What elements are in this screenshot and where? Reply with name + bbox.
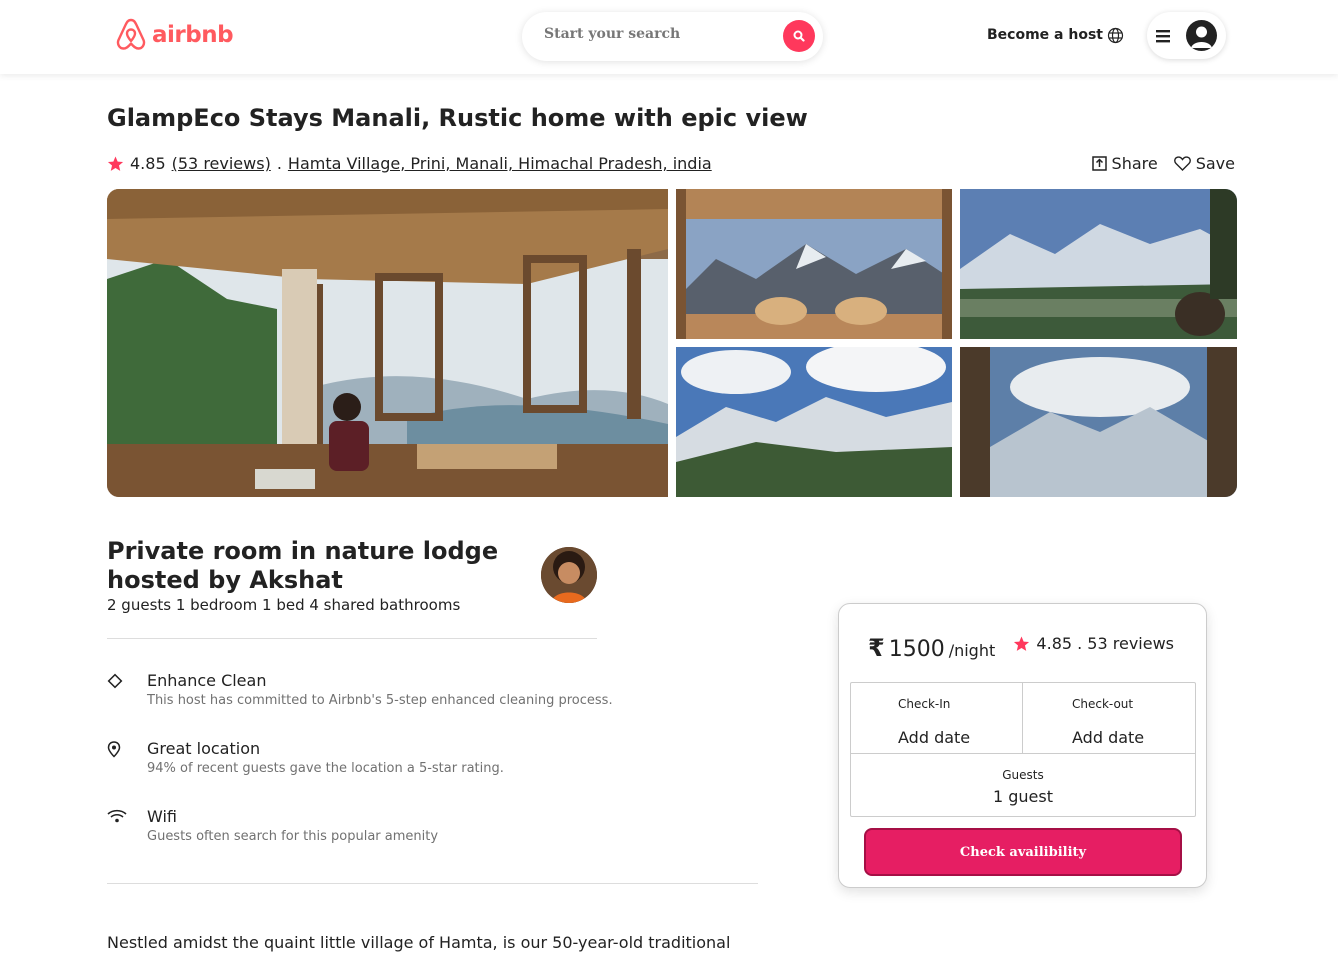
guests-value: 1 guest (992, 787, 1053, 806)
meta-separator: . (276, 154, 282, 173)
share-icon (1091, 156, 1107, 171)
listing-description: Nestled amidst the quaint little village… (107, 933, 731, 952)
diamond-icon (107, 673, 125, 691)
booking-card: ₹ 1500 /night 4.85 . 53 reviews Check-In… (838, 603, 1207, 888)
gallery-photo-5[interactable] (960, 347, 1237, 497)
airbnb-logo[interactable]: airbnb (116, 18, 234, 51)
location-link[interactable]: Hamta Village, Prini, Manali, Himachal P… (288, 154, 712, 173)
booking-form: Check-In Add date Check-out Add date Gue… (850, 682, 1196, 817)
star-icon (1014, 636, 1030, 651)
feature-description: This host has committed to Airbnb's 5-st… (147, 693, 613, 708)
feature-description: 94% of recent guests gave the location a… (147, 761, 504, 776)
feature-name: Great location (147, 739, 261, 758)
gallery-photo-2[interactable] (676, 189, 952, 339)
listing-actions: Share Save (1091, 154, 1235, 173)
hamburger-menu-icon (1156, 28, 1170, 47)
listing-rating: 4.85 (130, 154, 166, 173)
checkin-value: Add date (898, 728, 971, 747)
photo-gallery (107, 189, 1237, 497)
section-divider (107, 638, 597, 639)
user-menu-button[interactable] (1147, 12, 1226, 59)
guests-label: Guests (1002, 768, 1044, 782)
user-avatar-icon (1186, 20, 1217, 51)
card-rating: 4.85 . 53 reviews (1013, 634, 1174, 653)
checkin-label: Check-In (898, 697, 951, 711)
top-navbar: airbnb Become a host (0, 0, 1338, 74)
checkin-field[interactable]: Check-In Add date (851, 683, 1023, 754)
feature-description: Guests often search for this popular ame… (147, 829, 439, 844)
search-bar[interactable] (522, 12, 823, 61)
check-availability-button[interactable]: Check availibility (864, 828, 1182, 876)
globe-icon[interactable] (1107, 27, 1124, 48)
price-unit: /night (948, 641, 996, 660)
feature-name: Wifi (147, 807, 177, 826)
listing-title: GlampEco Stays Manali, Rustic home with … (107, 104, 808, 132)
reviews-link[interactable]: (53 reviews) (172, 154, 271, 173)
save-button[interactable]: Save (1173, 154, 1235, 173)
airbnb-logo-icon (116, 18, 146, 50)
wifi-icon (107, 809, 127, 827)
location-pin-icon (107, 741, 125, 759)
star-icon (107, 156, 124, 171)
room-title: Private room in nature lodge hosted by A… (107, 537, 499, 594)
host-avatar[interactable] (541, 547, 597, 603)
feature-name: Enhance Clean (147, 671, 267, 690)
heart-icon (1173, 156, 1191, 171)
rating-summary: 4.85 . 53 reviews (1036, 634, 1174, 653)
room-summary: 2 guests 1 bedroom 1 bed 4 shared bathro… (107, 596, 461, 614)
logo-text: airbnb (152, 21, 234, 48)
section-divider (107, 883, 758, 884)
become-host-link[interactable]: Become a host (987, 27, 1103, 43)
share-label: Share (1111, 154, 1158, 173)
listing-meta: 4.85 (53 reviews) . Hamta Village, Prini… (107, 154, 712, 173)
main-photo[interactable] (107, 189, 668, 497)
search-input[interactable] (544, 26, 774, 42)
checkout-label: Check-out (1072, 697, 1134, 711)
search-icon (793, 30, 805, 42)
price-display: ₹ 1500 /night (868, 634, 995, 662)
gallery-photo-3[interactable] (960, 189, 1237, 339)
gallery-photo-4[interactable] (676, 347, 952, 497)
currency-symbol: ₹ (868, 634, 885, 662)
share-button[interactable]: Share (1091, 154, 1158, 173)
checkout-field[interactable]: Check-out Add date (1023, 683, 1195, 754)
save-label: Save (1195, 154, 1235, 173)
checkout-value: Add date (1072, 728, 1145, 747)
guests-field[interactable]: Guests 1 guest (851, 754, 1195, 816)
price-amount: 1500 (888, 637, 945, 662)
search-button[interactable] (783, 20, 815, 52)
